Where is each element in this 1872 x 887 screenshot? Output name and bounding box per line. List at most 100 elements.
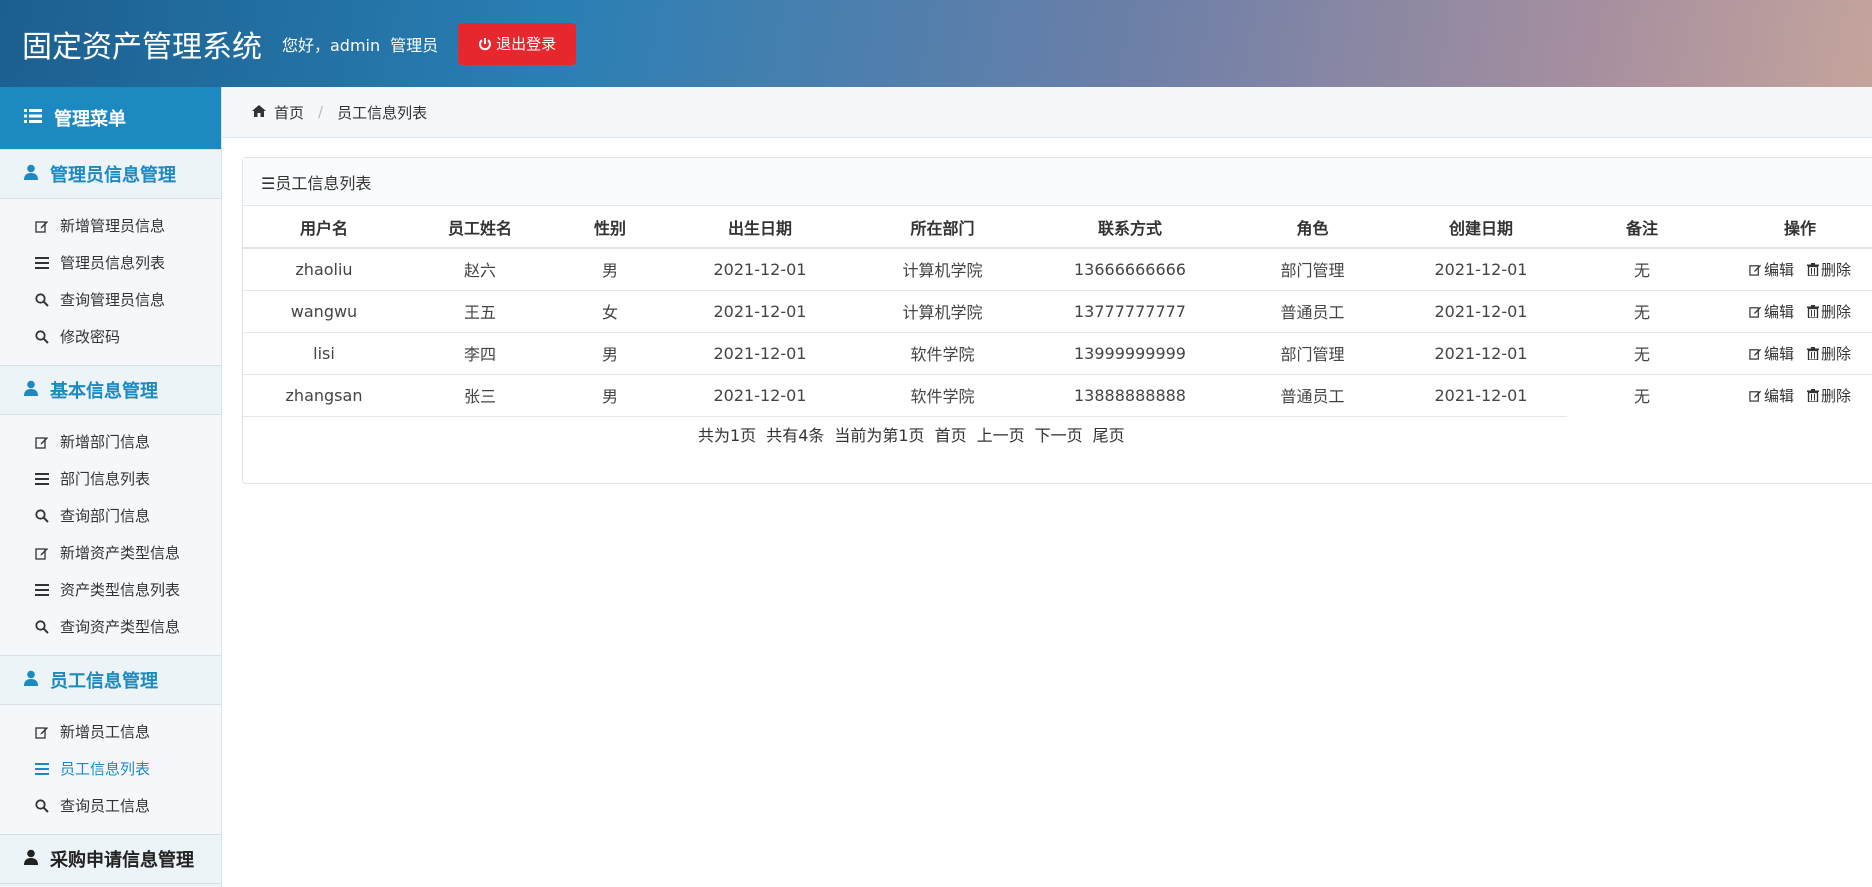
table-row: zhaoliu 赵六 男 2021-12-01 计算机学院 1366666666…	[243, 248, 1872, 291]
sidebar-group-basic[interactable]: 基本信息管理	[0, 365, 221, 415]
cell-phone: 13666666666	[1030, 248, 1230, 291]
app-title: 固定资产管理系统	[22, 29, 262, 65]
sidebar-group-items: 新增管理员信息 管理员信息列表 查询管理员信息 修改密码	[0, 199, 221, 365]
edit-link[interactable]: 编辑	[1749, 343, 1794, 364]
sidebar-group-title: 采购申请信息管理	[50, 850, 194, 871]
cell-birthdate: 2021-12-01	[665, 248, 855, 291]
column-header: 角色	[1230, 206, 1395, 249]
sidebar-item-asset-type-list[interactable]: 资产类型信息列表	[0, 571, 221, 608]
breadcrumb-home[interactable]: 首页	[274, 102, 304, 123]
delete-label: 删除	[1821, 260, 1852, 279]
sidebar-menu-header: 管理菜单	[0, 87, 221, 149]
column-header: 所在部门	[855, 206, 1030, 249]
logout-button[interactable]: 退出登录	[458, 22, 577, 65]
trash-icon	[1807, 346, 1820, 360]
pager-total-items: 共有4条	[766, 426, 825, 445]
cell-role: 部门管理	[1230, 332, 1395, 375]
edit-link[interactable]: 编辑	[1749, 301, 1794, 322]
sidebar-group-items: 新增部门信息 部门信息列表 查询部门信息 新增资产类型信息 资产类型信息列表 查…	[0, 415, 221, 655]
sidebar-item-label: 新增管理员信息	[60, 217, 166, 235]
sidebar-group-title: 员工信息管理	[50, 671, 158, 692]
sidebar-group-employee[interactable]: 员工信息管理	[0, 655, 221, 705]
sidebar-group-purchase[interactable]: 采购申请信息管理	[0, 834, 221, 884]
trash-icon	[1807, 304, 1820, 318]
sidebar-item-add-admin[interactable]: 新增管理员信息	[0, 207, 221, 244]
employee-table: 用户名 员工姓名 性别 出生日期 所在部门 联系方式 角色 创建日期 备注 操作…	[243, 206, 1872, 417]
list-icon	[34, 583, 50, 596]
delete-link[interactable]: 删除	[1807, 343, 1851, 364]
user-icon	[24, 164, 38, 185]
cell-created: 2021-12-01	[1395, 332, 1567, 375]
edit-icon	[1749, 348, 1762, 360]
edit-icon	[34, 435, 50, 449]
sidebar-item-label: 查询资产类型信息	[60, 618, 181, 636]
delete-link[interactable]: 删除	[1807, 301, 1851, 322]
cell-actions: 编辑 删除	[1717, 332, 1872, 375]
sidebar-item-query-employee[interactable]: 查询员工信息	[0, 787, 221, 824]
cell-department: 计算机学院	[855, 290, 1030, 333]
delete-label: 删除	[1821, 302, 1852, 321]
edit-label: 编辑	[1763, 344, 1794, 363]
cell-department: 软件学院	[855, 332, 1030, 375]
column-header: 创建日期	[1395, 206, 1567, 249]
list-icon	[34, 472, 50, 485]
cell-gender: 男	[555, 332, 665, 375]
home-icon	[252, 103, 266, 121]
sidebar-item-add-employee[interactable]: 新增员工信息	[0, 713, 221, 750]
sidebar-item-label: 员工信息列表	[60, 760, 151, 778]
cell-actions: 编辑 删除	[1717, 290, 1872, 333]
edit-icon	[34, 546, 50, 560]
cell-phone: 13999999999	[1030, 332, 1230, 375]
sidebar-item-query-dept[interactable]: 查询部门信息	[0, 497, 221, 534]
pager-first-link[interactable]: 首页	[935, 422, 967, 446]
search-icon	[34, 292, 50, 307]
logout-label: 退出登录	[496, 35, 557, 53]
breadcrumb-separator: /	[318, 103, 324, 121]
cell-gender: 女	[555, 290, 665, 333]
sidebar-item-admin-list[interactable]: 管理员信息列表	[0, 244, 221, 281]
sidebar-item-query-admin[interactable]: 查询管理员信息	[0, 281, 221, 318]
search-icon	[34, 329, 50, 344]
sidebar-item-change-password[interactable]: 修改密码	[0, 318, 221, 355]
sidebar-group-items: 新增员工信息 员工信息列表 查询员工信息	[0, 705, 221, 834]
sidebar-item-label: 新增员工信息	[60, 723, 151, 741]
sidebar-item-add-asset-type[interactable]: 新增资产类型信息	[0, 534, 221, 571]
sidebar-group-admin[interactable]: 管理员信息管理	[0, 149, 221, 199]
sidebar-item-dept-list[interactable]: 部门信息列表	[0, 460, 221, 497]
cell-username: wangwu	[243, 290, 405, 333]
pager-current-page: 当前为第1页	[834, 426, 925, 445]
table-header-row: 用户名 员工姓名 性别 出生日期 所在部门 联系方式 角色 创建日期 备注 操作	[243, 206, 1872, 249]
sidebar-item-label: 新增部门信息	[60, 433, 151, 451]
user-icon	[24, 849, 38, 870]
cell-name: 赵六	[405, 248, 555, 291]
sidebar-item-label: 查询部门信息	[60, 507, 151, 525]
cell-department: 计算机学院	[855, 248, 1030, 291]
search-icon	[34, 619, 50, 634]
breadcrumb-current: 员工信息列表	[337, 103, 428, 122]
sidebar-item-add-dept[interactable]: 新增部门信息	[0, 423, 221, 460]
edit-link[interactable]: 编辑	[1749, 259, 1794, 280]
sidebar-menu-title: 管理菜单	[54, 109, 126, 130]
sidebar-item-employee-list[interactable]: 员工信息列表	[0, 750, 221, 787]
edit-icon	[1749, 306, 1762, 318]
cell-created: 2021-12-01	[1395, 248, 1567, 291]
edit-label: 编辑	[1763, 302, 1794, 321]
user-greeting: 您好，admin	[282, 35, 381, 55]
pager-prev-link[interactable]: 上一页	[977, 422, 1025, 446]
sidebar-item-label: 部门信息列表	[60, 470, 151, 488]
delete-label: 删除	[1821, 344, 1852, 363]
cell-phone: 13777777777	[1030, 290, 1230, 333]
employee-list-panel: ☰员工信息列表 用户名 员工姓名 性别 出生日期 所在部门 联系方式 角色 创建…	[242, 157, 1872, 484]
cell-username: zhaoliu	[243, 248, 405, 291]
sidebar-item-query-asset-type[interactable]: 查询资产类型信息	[0, 608, 221, 645]
trash-icon	[1807, 262, 1820, 276]
cell-remark: 无	[1567, 248, 1717, 291]
user-icon	[24, 380, 38, 401]
power-icon	[478, 37, 492, 51]
sidebar-item-label: 查询管理员信息	[60, 291, 166, 309]
delete-link[interactable]: 删除	[1807, 259, 1851, 280]
pager-next-link[interactable]: 下一页	[1035, 422, 1083, 446]
search-icon	[34, 798, 50, 813]
pager-last-link[interactable]: 尾页	[1093, 422, 1125, 446]
cell-birthdate: 2021-12-01	[665, 290, 855, 333]
